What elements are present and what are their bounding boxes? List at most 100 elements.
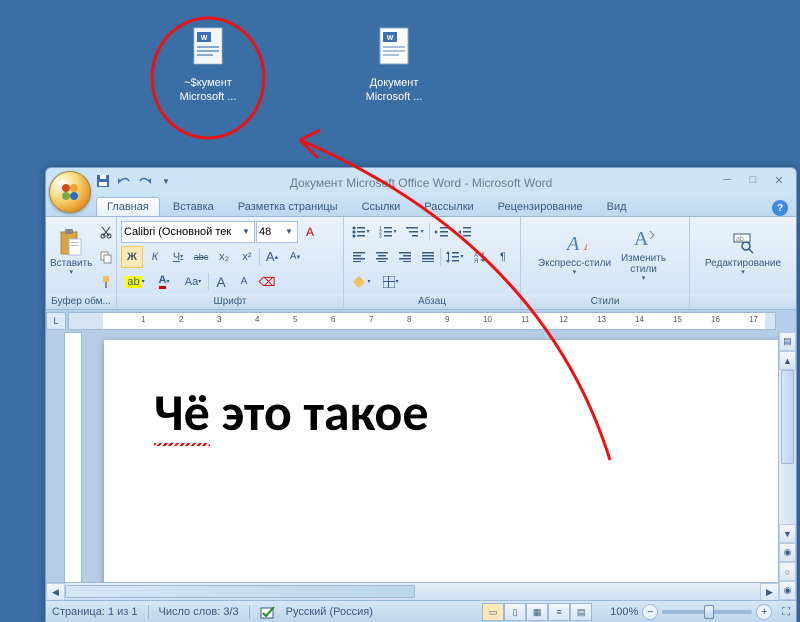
group-font: Calibri (Основной тек▼ 48▼ A Ж К Ч▾ abc … [117, 217, 344, 309]
align-left-button[interactable] [348, 246, 370, 268]
bullets-icon [352, 226, 366, 238]
ruler-toggle-button[interactable]: ▤ [779, 332, 796, 351]
align-justify-icon [422, 252, 434, 262]
horizontal-ruler[interactable]: 1234567891011121314151617 [68, 312, 776, 330]
qat-dropdown[interactable]: ▼ [157, 172, 175, 190]
prev-page-button[interactable]: ◉ [779, 543, 796, 562]
cut-button[interactable] [95, 221, 117, 243]
vertical-ruler[interactable] [64, 332, 82, 600]
proofing-button[interactable] [260, 605, 276, 619]
close-button[interactable]: ✕ [768, 172, 790, 188]
cut-icon [99, 225, 113, 239]
scroll-down-button[interactable]: ▼ [779, 524, 796, 543]
zoom-value[interactable]: 100% [610, 606, 638, 618]
scroll-thumb-h[interactable] [65, 585, 415, 598]
redo-button[interactable] [136, 172, 154, 190]
minimize-button[interactable]: ─ [716, 172, 738, 188]
web-layout-view[interactable]: ▦ [526, 603, 548, 621]
multilevel-button[interactable]: ▾ [402, 221, 428, 243]
copy-icon [99, 250, 113, 264]
change-styles-button[interactable]: A Изменить стили▾ [615, 219, 673, 289]
editing-button[interactable]: ab Редактирование▾ [698, 219, 788, 289]
scroll-thumb[interactable] [781, 370, 794, 464]
copy-button[interactable] [95, 246, 117, 268]
draft-view[interactable]: ▤ [570, 603, 592, 621]
numbering-button[interactable]: 123▾ [375, 221, 401, 243]
office-button[interactable] [49, 171, 91, 213]
align-center-button[interactable] [371, 246, 393, 268]
page-scroll[interactable]: Чё это такое [84, 332, 796, 600]
grow-font-button[interactable]: A▴ [261, 246, 283, 268]
desktop-icon-doc[interactable]: W ДокументMicrosoft ... [354, 24, 434, 105]
scroll-right-button[interactable]: ▶ [760, 583, 779, 600]
format-painter-button[interactable] [95, 271, 117, 293]
maximize-button[interactable]: □ [742, 172, 764, 188]
undo-button[interactable] [115, 172, 133, 190]
browse-button[interactable]: ○ [779, 562, 796, 581]
scroll-left-button[interactable]: ◀ [46, 583, 65, 600]
font-color-button[interactable]: A▾ [150, 271, 178, 293]
change-case-button[interactable]: Aa▾ [179, 271, 207, 293]
align-justify-button[interactable] [417, 246, 439, 268]
zoom-slider[interactable] [662, 610, 752, 614]
document-text[interactable]: Чё это такое [154, 380, 796, 444]
proofing-icon [260, 605, 276, 619]
increase-indent-button[interactable] [454, 221, 476, 243]
outline-view[interactable]: ≡ [548, 603, 570, 621]
ribbon: Вставить▾ Буфер обм... Calibri (Основной… [46, 216, 796, 310]
tab-review[interactable]: Рецензирование [487, 197, 594, 216]
decrease-indent-button[interactable] [431, 221, 453, 243]
strike-button[interactable]: abc [190, 246, 212, 268]
shading-button[interactable]: ▾ [348, 271, 376, 293]
font-size-combo[interactable]: 48▼ [256, 221, 298, 243]
font-name-combo[interactable]: Calibri (Основной тек▼ [121, 221, 255, 243]
print-layout-view[interactable]: ▭ [482, 603, 504, 621]
underline-button[interactable]: Ч▾ [167, 246, 189, 268]
shrink-font2-button[interactable]: A [233, 271, 255, 293]
line-spacing-button[interactable]: ▾ [442, 246, 468, 268]
clear-format2-button[interactable]: ⌫ [256, 271, 278, 293]
group-clipboard: Вставить▾ Буфер обм... [46, 217, 117, 309]
ruler-toggle[interactable]: L [46, 312, 66, 330]
page-indicator[interactable]: Страница: 1 из 1 [52, 606, 138, 618]
paste-button[interactable]: Вставить▾ [50, 219, 92, 289]
font-size-value: 48 [259, 226, 283, 238]
tab-mailings[interactable]: Рассылки [413, 197, 484, 216]
tab-home[interactable]: Главная [96, 197, 160, 216]
clear-format-button[interactable]: A [299, 221, 321, 243]
horizontal-scrollbar[interactable]: ◀ ▶ [46, 582, 779, 600]
bullets-button[interactable]: ▾ [348, 221, 374, 243]
vertical-scrollbar[interactable]: ▤ ▲ ▼ ◉ ○ ◉ [778, 332, 796, 600]
shrink-font-button[interactable]: A▾ [284, 246, 306, 268]
borders-button[interactable]: ▾ [377, 271, 405, 293]
highlight-button[interactable]: ab▾ [121, 271, 149, 293]
tab-references[interactable]: Ссылки [351, 197, 412, 216]
zoom-in-button[interactable]: + [756, 604, 772, 620]
grow-font2-button[interactable]: A [210, 271, 232, 293]
language-indicator[interactable]: Русский (Россия) [286, 606, 373, 618]
subscript-button[interactable]: x₂ [213, 246, 235, 268]
align-right-button[interactable] [394, 246, 416, 268]
scroll-up-button[interactable]: ▲ [779, 351, 796, 370]
zoom-thumb[interactable] [704, 605, 714, 619]
zoom-fit-button[interactable]: ⛶ [782, 606, 790, 619]
superscript-button[interactable]: x² [236, 246, 258, 268]
tab-view[interactable]: Вид [596, 197, 638, 216]
full-screen-view[interactable]: ▯ [504, 603, 526, 621]
icon-label: Microsoft ... [180, 91, 237, 103]
help-button[interactable]: ? [772, 200, 788, 216]
zoom-out-button[interactable]: − [642, 604, 658, 620]
document-page[interactable]: Чё это такое [104, 340, 796, 600]
desktop-icon-temp-doc[interactable]: W ~$кументMicrosoft ... [168, 24, 248, 105]
word-count[interactable]: Число слов: 3/3 [159, 606, 239, 618]
tab-layout[interactable]: Разметка страницы [227, 197, 349, 216]
italic-button[interactable]: К [144, 246, 166, 268]
save-button[interactable] [94, 172, 112, 190]
next-page-button[interactable]: ◉ [779, 581, 796, 600]
tab-insert[interactable]: Вставка [162, 197, 225, 216]
sort-button[interactable]: AЯ [469, 246, 491, 268]
quick-styles-button[interactable]: AA Экспресс-стили▾ [538, 219, 612, 289]
titlebar[interactable]: ▼ Документ Microsoft Office Word - Micro… [46, 168, 796, 194]
bold-button[interactable]: Ж [121, 246, 143, 268]
show-marks-button[interactable]: ¶ [492, 246, 514, 268]
